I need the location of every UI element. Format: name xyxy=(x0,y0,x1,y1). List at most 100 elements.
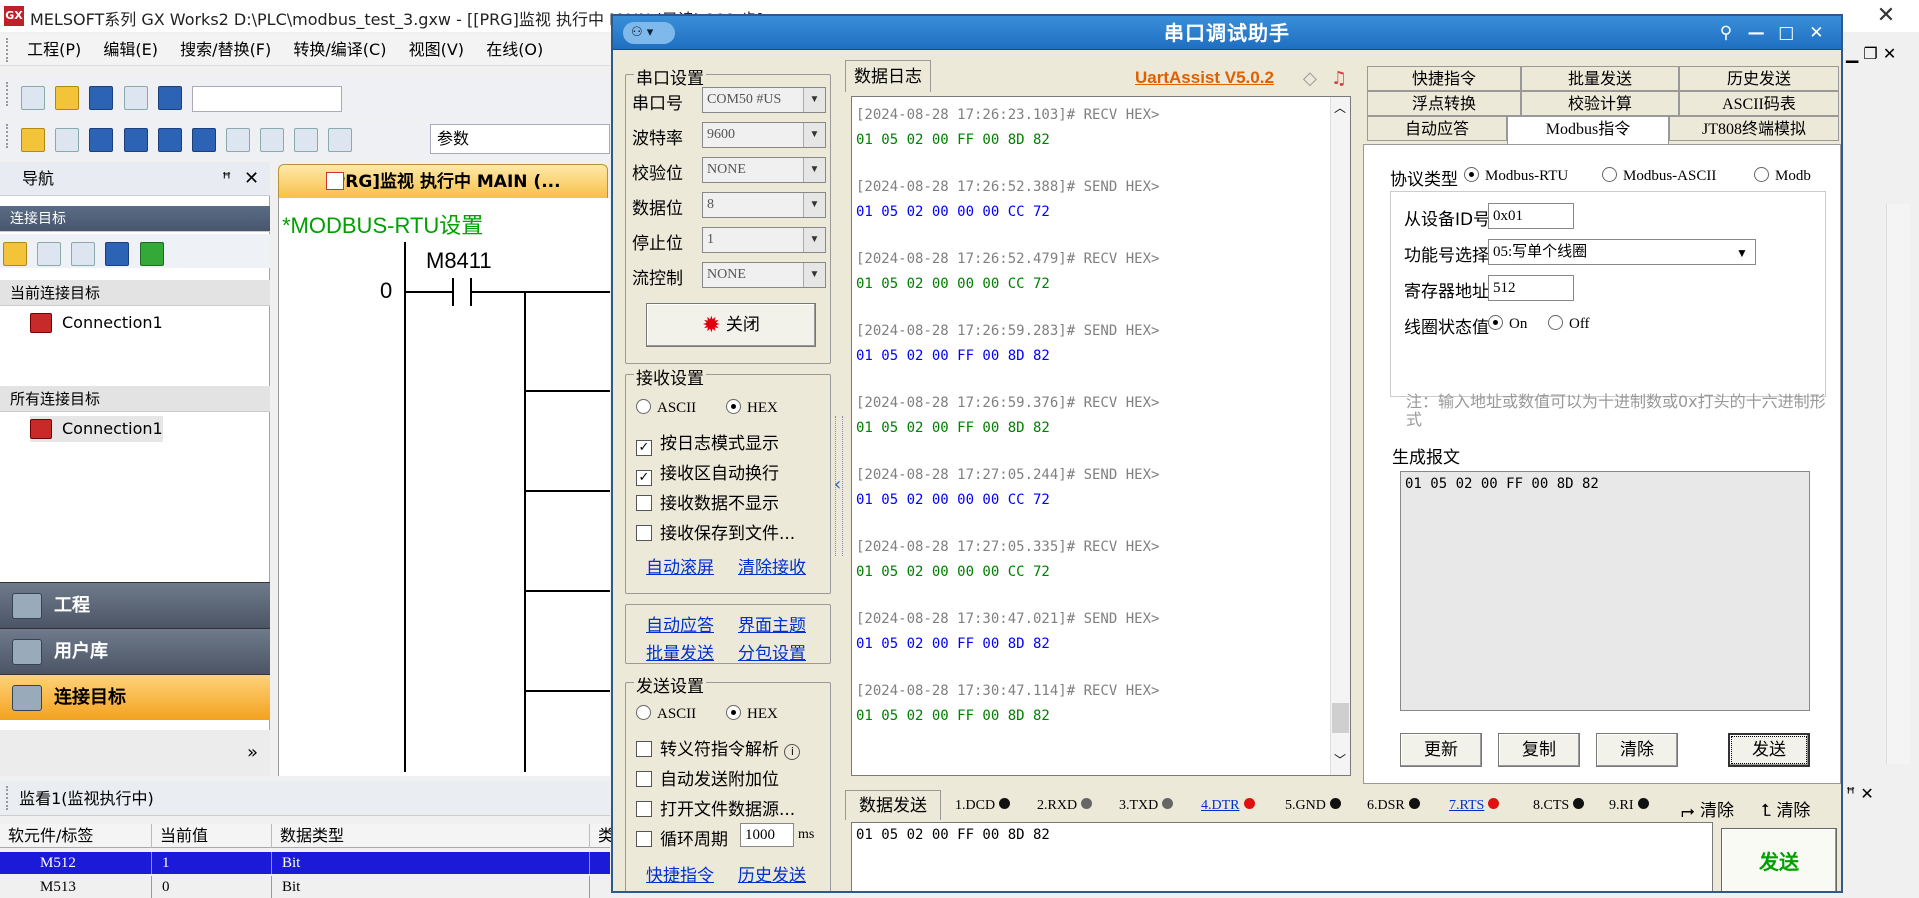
register-input[interactable]: 512 xyxy=(1488,275,1574,301)
cycle-input[interactable]: 1000 xyxy=(740,823,794,847)
dev-device2-icon[interactable] xyxy=(157,128,182,152)
bell-icon[interactable]: ♫ xyxy=(1331,68,1347,89)
scroll-up-icon[interactable]: ︿ xyxy=(1334,99,1346,116)
batch-send-link[interactable]: 批量发送 xyxy=(646,639,714,664)
toolbar-combo[interactable] xyxy=(192,86,342,112)
tab-quick-commands[interactable]: 快捷指令 xyxy=(1367,66,1521,91)
info-icon[interactable]: i xyxy=(784,744,801,760)
theme-link[interactable]: 界面主题 xyxy=(738,611,806,636)
tab-float-convert[interactable]: 浮点转换 xyxy=(1367,91,1521,116)
receive-log[interactable]: [2024-08-28 17:26:23.103]# RECV HEX> 01 0… xyxy=(851,96,1351,776)
nav-current-connection[interactable]: Connection1 xyxy=(30,310,163,336)
col-value[interactable]: 当前值 xyxy=(152,824,272,848)
quick-cmd-link[interactable]: 快捷指令 xyxy=(646,861,714,886)
dev-device-icon[interactable] xyxy=(123,128,148,152)
slave-id-input[interactable]: 0x01 xyxy=(1488,203,1574,229)
print-icon[interactable] xyxy=(123,86,148,110)
copy-connection-icon[interactable] xyxy=(37,242,62,266)
help-question-icon[interactable] xyxy=(294,128,319,152)
recv-wrap-checkbox[interactable]: ✓ 接收区自动换行 xyxy=(636,459,779,486)
send-ascii-radio[interactable]: ASCII xyxy=(636,705,696,723)
recv-hide-checkbox[interactable]: 接收数据不显示 xyxy=(636,489,779,514)
refresh-icon[interactable] xyxy=(139,242,164,266)
open-folder-icon[interactable] xyxy=(55,86,80,110)
toolbar2-grip[interactable] xyxy=(6,124,10,148)
new-file-icon[interactable] xyxy=(21,86,46,110)
send-frame-button[interactable]: 发送 xyxy=(1728,733,1810,767)
search-device-icon[interactable] xyxy=(260,128,285,152)
gx-close-button[interactable]: ✕ xyxy=(1868,2,1904,30)
recv-log-mode-checkbox[interactable]: ✓ 按日志模式显示 xyxy=(636,429,779,456)
watch-grip[interactable] xyxy=(6,786,10,810)
protocol-ascii-radio[interactable]: Modbus-ASCII xyxy=(1602,167,1716,185)
module-icon[interactable] xyxy=(55,128,80,152)
watch-row[interactable]: M512 1 Bit xyxy=(0,852,610,874)
collapse-arrow-icon[interactable]: ‹ xyxy=(834,474,841,495)
auto-append-checkbox[interactable]: 自动发送附加位 xyxy=(636,765,779,790)
update-button[interactable]: 更新 xyxy=(1400,733,1482,767)
tab-ascii-table[interactable]: ASCII码表 xyxy=(1679,91,1839,116)
nav-all-connection[interactable]: Connection1 xyxy=(30,416,163,442)
tab-batch-send[interactable]: 批量发送 xyxy=(1521,66,1679,91)
maximize-button[interactable]: □ xyxy=(1773,21,1799,45)
monitor-icon[interactable] xyxy=(225,128,250,152)
send-input[interactable]: 01 05 02 00 FF 00 8D 82 xyxy=(851,822,1713,891)
parity-select[interactable]: NONE ▼ xyxy=(702,157,826,183)
gx-vertical-scrollbar[interactable] xyxy=(1886,204,1910,764)
nav-big-user-library[interactable]: 用户库 xyxy=(0,628,270,674)
menu-view[interactable]: 视图(V) xyxy=(400,34,473,66)
clear-frame-button[interactable]: 清除 xyxy=(1596,733,1678,767)
menubar-grip[interactable] xyxy=(6,38,10,62)
pin-icon[interactable]: ꟸ xyxy=(222,162,231,196)
version-link[interactable]: UartAssist V5.0.2 xyxy=(1135,68,1274,88)
stopbits-select[interactable]: 1 ▼ xyxy=(702,227,826,253)
menu-project[interactable]: 工程(P) xyxy=(18,34,90,66)
help-icon[interactable] xyxy=(157,86,182,110)
tab-auto-reply[interactable]: 自动应答 xyxy=(1367,116,1507,141)
pin-window-icon[interactable]: ⚲ xyxy=(1713,21,1739,45)
copy-button[interactable]: 复制 xyxy=(1498,733,1580,767)
window-icon[interactable] xyxy=(89,128,114,152)
diamond-icon[interactable]: ◇ xyxy=(1303,68,1317,89)
menu-convert[interactable]: 转换/编译(C) xyxy=(284,34,395,66)
nav-close-icon[interactable]: ✕ xyxy=(244,162,259,196)
col-type[interactable]: 数据类型 xyxy=(272,824,590,848)
gx-mdi-controls[interactable]: ▁ ❐ ✕ xyxy=(1846,44,1896,63)
send-button[interactable]: 发送 xyxy=(1721,828,1837,891)
coil-on-radio[interactable]: On xyxy=(1488,315,1527,333)
port-select[interactable]: COM50 #US ▼ xyxy=(702,87,826,113)
tab-history-send[interactable]: 历史发送 xyxy=(1679,66,1839,91)
nav-big-project[interactable]: 工程 xyxy=(0,582,270,628)
menu-edit[interactable]: 编辑(E) xyxy=(94,34,167,66)
toolbar-grip[interactable] xyxy=(6,82,10,106)
signal-dtr[interactable]: 4.DTR xyxy=(1201,798,1255,814)
scroll-down-icon[interactable]: ﹀ xyxy=(1334,751,1346,768)
tab-jt808[interactable]: JT808终端模拟 xyxy=(1669,116,1839,141)
baud-select[interactable]: 9600 ▼ xyxy=(702,122,826,148)
log-tab[interactable]: 数据日志 xyxy=(845,60,931,92)
signal-rts[interactable]: 7.RTS xyxy=(1449,798,1500,814)
minimize-button[interactable]: — xyxy=(1743,21,1769,45)
save-icon[interactable] xyxy=(89,86,114,110)
packet-settings-link[interactable]: 分包设置 xyxy=(738,639,806,664)
new-connection-icon[interactable] xyxy=(3,242,27,266)
clear-recv-link[interactable]: 清除接收 xyxy=(738,553,806,578)
binoculars-icon[interactable] xyxy=(328,128,353,152)
watch-row[interactable]: M513 0 Bit xyxy=(0,876,610,898)
clear-send-button[interactable]: ⮣ 清除 xyxy=(1681,796,1734,821)
col-device[interactable]: 软元件/标签 xyxy=(0,824,152,848)
function-select[interactable]: 05:写单个线圈 ▼ xyxy=(1488,239,1756,265)
escape-parse-checkbox[interactable]: 转义符指令解析 i xyxy=(636,735,801,760)
history-send-link[interactable]: 历史发送 xyxy=(738,861,806,886)
menu-online[interactable]: 在线(O) xyxy=(477,34,552,66)
file-source-checkbox[interactable]: 打开文件数据源... xyxy=(636,795,795,820)
protocol-tcp-radio[interactable]: Modb xyxy=(1754,167,1811,185)
scroll-thumb[interactable] xyxy=(1332,703,1349,733)
dev-device3-icon[interactable] xyxy=(191,128,216,152)
watch-pane-controls[interactable]: ꟸ ✕ xyxy=(1846,784,1874,803)
menu-find-replace[interactable]: 搜索/替换(F) xyxy=(171,34,280,66)
log-scrollbar[interactable]: ︿ ﹀ xyxy=(1330,97,1350,775)
tab-modbus[interactable]: Modbus指令 xyxy=(1507,116,1669,144)
databits-select[interactable]: 8 ▼ xyxy=(702,192,826,218)
generated-frame[interactable]: 01 05 02 00 FF 00 8D 82 xyxy=(1400,471,1810,711)
